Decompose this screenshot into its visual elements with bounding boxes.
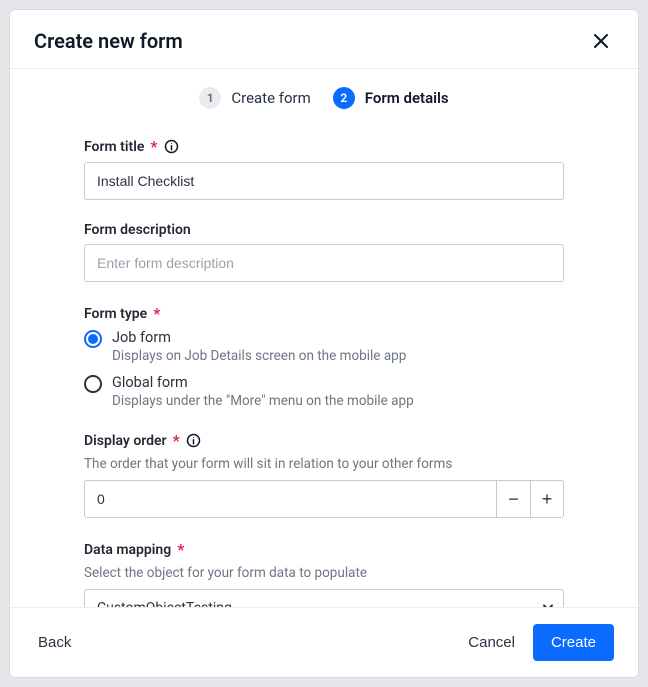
required-mark: * <box>153 304 160 323</box>
field-label: Form description <box>84 222 191 238</box>
form-title-input[interactable] <box>84 162 564 200</box>
display-order-input[interactable] <box>84 480 496 518</box>
cancel-button[interactable]: Cancel <box>464 626 519 659</box>
step-number: 2 <box>333 87 355 109</box>
radio-icon <box>84 330 102 348</box>
field-subtext: The order that your form will sit in rel… <box>84 456 564 472</box>
stepper: 1 Create form 2 Form details <box>84 87 564 109</box>
field-label: Data mapping <box>84 542 171 558</box>
field-label: Form type <box>84 306 147 322</box>
minus-icon: − <box>508 489 519 510</box>
modal-header: Create new form <box>10 10 638 69</box>
display-order-stepper: − + <box>84 480 564 518</box>
form-description-input[interactable] <box>84 244 564 282</box>
field-label: Form title <box>84 139 144 155</box>
data-mapping-select-wrap: CustomObjectTesting <box>84 589 564 607</box>
info-icon[interactable] <box>164 139 179 154</box>
increment-button[interactable]: + <box>530 480 564 518</box>
step-label: Create form <box>231 89 310 107</box>
form-type-radio-group: Job form Displays on Job Details screen … <box>84 329 564 409</box>
field-form-description: Form description <box>84 222 564 282</box>
field-data-mapping: Data mapping * Select the object for you… <box>84 540 564 607</box>
plus-icon: + <box>542 489 553 510</box>
radio-description: Displays on Job Details screen on the mo… <box>112 348 564 364</box>
step-create-form[interactable]: 1 Create form <box>199 87 310 109</box>
decrement-button[interactable]: − <box>496 480 530 518</box>
radio-job-form[interactable]: Job form Displays on Job Details screen … <box>84 329 564 364</box>
data-mapping-select[interactable]: CustomObjectTesting <box>84 589 564 607</box>
radio-title: Job form <box>112 329 564 346</box>
field-label: Display order <box>84 433 167 449</box>
field-form-type: Form type * Job form Displays on Job Det… <box>84 304 564 409</box>
field-subtext: Select the object for your form data to … <box>84 565 564 581</box>
required-mark: * <box>150 137 157 156</box>
create-button[interactable]: Create <box>533 624 614 661</box>
radio-description: Displays under the "More" menu on the mo… <box>112 393 564 409</box>
create-form-modal: Create new form 1 Create form 2 Form det… <box>9 9 639 678</box>
back-button[interactable]: Back <box>34 626 75 659</box>
step-label: Form details <box>365 89 449 107</box>
modal-footer: Back Cancel Create <box>10 607 638 677</box>
step-number: 1 <box>199 87 221 109</box>
field-display-order: Display order * The order that your form… <box>84 431 564 518</box>
info-icon[interactable] <box>186 433 201 448</box>
field-form-title: Form title * <box>84 137 564 200</box>
modal-title: Create new form <box>34 29 183 53</box>
required-mark: * <box>173 431 180 450</box>
modal-body: 1 Create form 2 Form details Form title … <box>10 69 638 607</box>
radio-global-form[interactable]: Global form Displays under the "More" me… <box>84 374 564 409</box>
close-button[interactable] <box>588 28 614 54</box>
step-form-details[interactable]: 2 Form details <box>333 87 449 109</box>
radio-title: Global form <box>112 374 564 391</box>
radio-icon <box>84 375 102 393</box>
required-mark: * <box>177 540 184 559</box>
close-icon <box>592 32 610 50</box>
